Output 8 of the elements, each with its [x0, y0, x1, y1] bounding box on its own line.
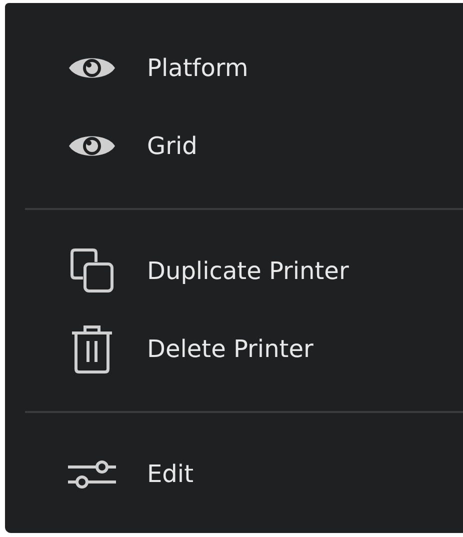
sliders-icon [67, 459, 117, 489]
menu-item[interactable]: Delete Printer [147, 335, 314, 363]
menu-item[interactable]: Edit [147, 460, 194, 488]
menu-item[interactable]: Grid [147, 132, 198, 160]
trash-icon [70, 324, 114, 374]
copy-icon [69, 248, 115, 294]
menu-item[interactable]: Platform [147, 54, 248, 82]
menu-item[interactable]: Duplicate Printer [147, 257, 349, 285]
